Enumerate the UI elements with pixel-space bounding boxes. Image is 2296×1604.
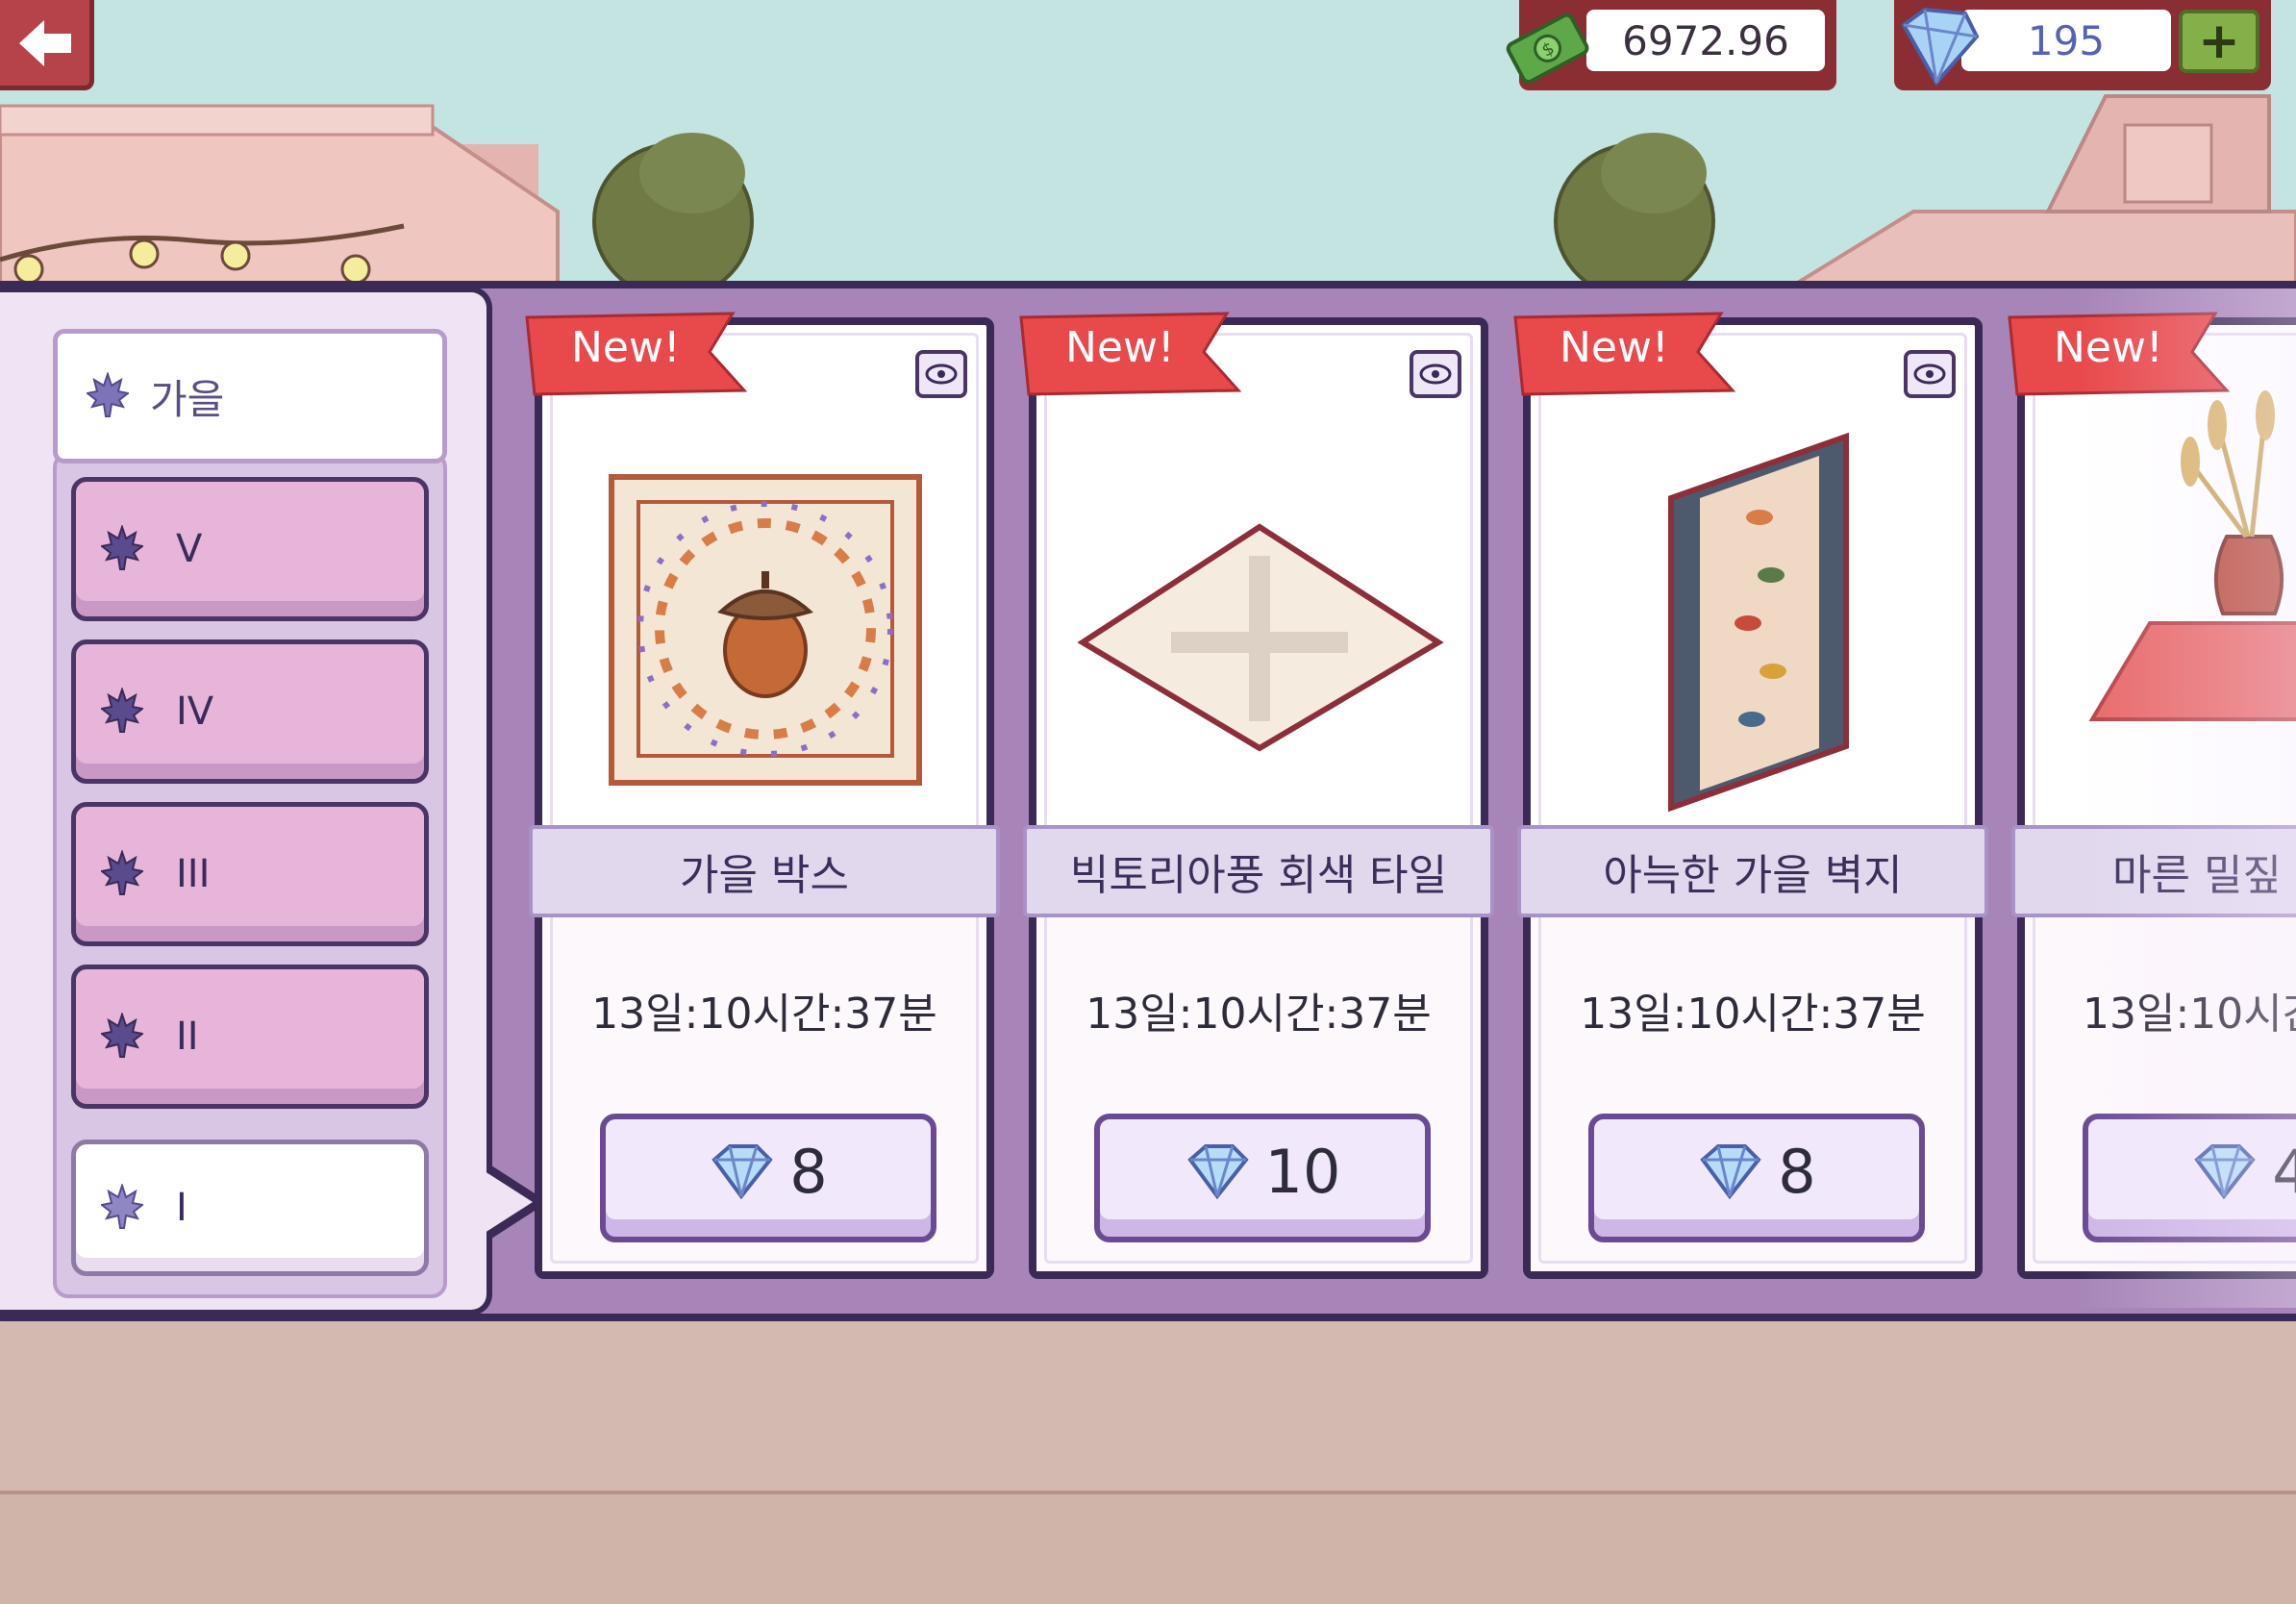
tier-button-v[interactable]: V: [71, 477, 429, 621]
item-timer: 13일:10시간:37분: [591, 990, 937, 1039]
diamond-icon: [1700, 1144, 1761, 1200]
eye-icon: [1913, 363, 1946, 385]
season-title: 가을: [150, 375, 225, 423]
buy-button[interactable]: 8: [1588, 1114, 1925, 1242]
item-timer: 13일:10시간:37분: [1580, 990, 1926, 1039]
diamond-icon: [711, 1144, 773, 1200]
gem-amount: 195: [1961, 10, 2171, 71]
item-price: 8: [1778, 1136, 1816, 1207]
tier-label: II: [176, 1015, 199, 1059]
paving-tiles: [0, 1491, 2296, 1604]
tier-button-iii[interactable]: III: [71, 802, 429, 946]
cash-icon: $: [1506, 13, 1589, 85]
maple-leaf-icon: [101, 1184, 143, 1229]
item-price: 10: [1264, 1136, 1341, 1207]
tier-button-ii[interactable]: II: [71, 965, 429, 1109]
item-name-bar: 아늑한 가을 벽지: [1517, 825, 1988, 917]
acorn-box-art: [609, 474, 922, 786]
dried-wheat-vase-art: [2088, 390, 2296, 721]
item-name: 빅토리아풍 회색 타일: [1069, 851, 1448, 900]
shop-item-card[interactable]: New! 아늑한 가을 벽지 13일:10시간:37분 8: [1513, 312, 1988, 1279]
item-timer: 13일:10시간:37분: [2083, 990, 2296, 1039]
diamond-icon: [1186, 1144, 1249, 1200]
maple-leaf-icon: [87, 372, 129, 417]
item-price: 4: [2272, 1136, 2296, 1207]
new-badge-label: New!: [571, 323, 681, 372]
tier-button-i[interactable]: I: [71, 1140, 429, 1276]
eye-icon: [1419, 363, 1452, 385]
season-header: 가을: [53, 329, 447, 464]
item-timer: 13일:10시간:37분: [1086, 990, 1432, 1039]
shop-item-card[interactable]: New! 가을 박스 13일:10시간:37분 8: [525, 312, 1000, 1279]
item-name: 마른 밀짚: [2112, 851, 2282, 900]
ground: [0, 1317, 2296, 1495]
item-price: 8: [789, 1136, 828, 1207]
tier-label: I: [176, 1186, 187, 1230]
currency-gem-panel: 195 +: [1894, 0, 2271, 90]
tier-label: V: [176, 527, 203, 571]
shop-item-card[interactable]: New! 마른 밀짚 13일:10시간:37분 4: [2008, 312, 2296, 1279]
new-badge-label: New!: [1065, 323, 1175, 372]
back-button[interactable]: [0, 0, 94, 90]
buy-button[interactable]: 8: [600, 1114, 936, 1242]
arrow-left-icon: [18, 19, 71, 66]
new-badge-label: New!: [2054, 323, 2163, 372]
maple-leaf-icon: [101, 688, 143, 733]
maple-leaf-icon: [101, 1013, 143, 1058]
tier-label: III: [176, 852, 211, 896]
item-name-bar: 마른 밀짚: [2011, 825, 2296, 917]
item-name-bar: 가을 박스: [529, 825, 1000, 917]
preview-button[interactable]: [1410, 350, 1461, 398]
eye-icon: [925, 363, 958, 385]
maple-leaf-icon: [101, 850, 143, 895]
diamond-icon: [2194, 1144, 2256, 1200]
new-badge-label: New!: [1560, 323, 1669, 372]
shop-item-card[interactable]: New! 빅토리아풍 회색 타일 13일:10시간:37분 10: [1019, 312, 1494, 1279]
tier-label: IV: [176, 689, 214, 734]
buy-button[interactable]: 10: [1094, 1114, 1431, 1242]
buy-button[interactable]: 4: [2083, 1114, 2296, 1242]
preview-button[interactable]: [915, 350, 967, 398]
money-amount: 6972.96: [1586, 10, 1825, 71]
wallpaper-art: [1668, 432, 1849, 813]
add-gems-button[interactable]: +: [2179, 10, 2259, 73]
item-name: 가을 박스: [680, 851, 849, 900]
diamond-icon: [1901, 7, 1980, 87]
item-name-bar: 빅토리아풍 회색 타일: [1023, 825, 1494, 917]
item-name: 아늑한 가을 벽지: [1603, 851, 1903, 900]
floor-tile-art: [1077, 523, 1444, 752]
currency-money-panel: 6972.96 $: [1506, 0, 1836, 90]
maple-leaf-icon: [101, 525, 143, 570]
tier-button-iv[interactable]: IV: [71, 639, 429, 784]
preview-button[interactable]: [1904, 350, 1956, 398]
